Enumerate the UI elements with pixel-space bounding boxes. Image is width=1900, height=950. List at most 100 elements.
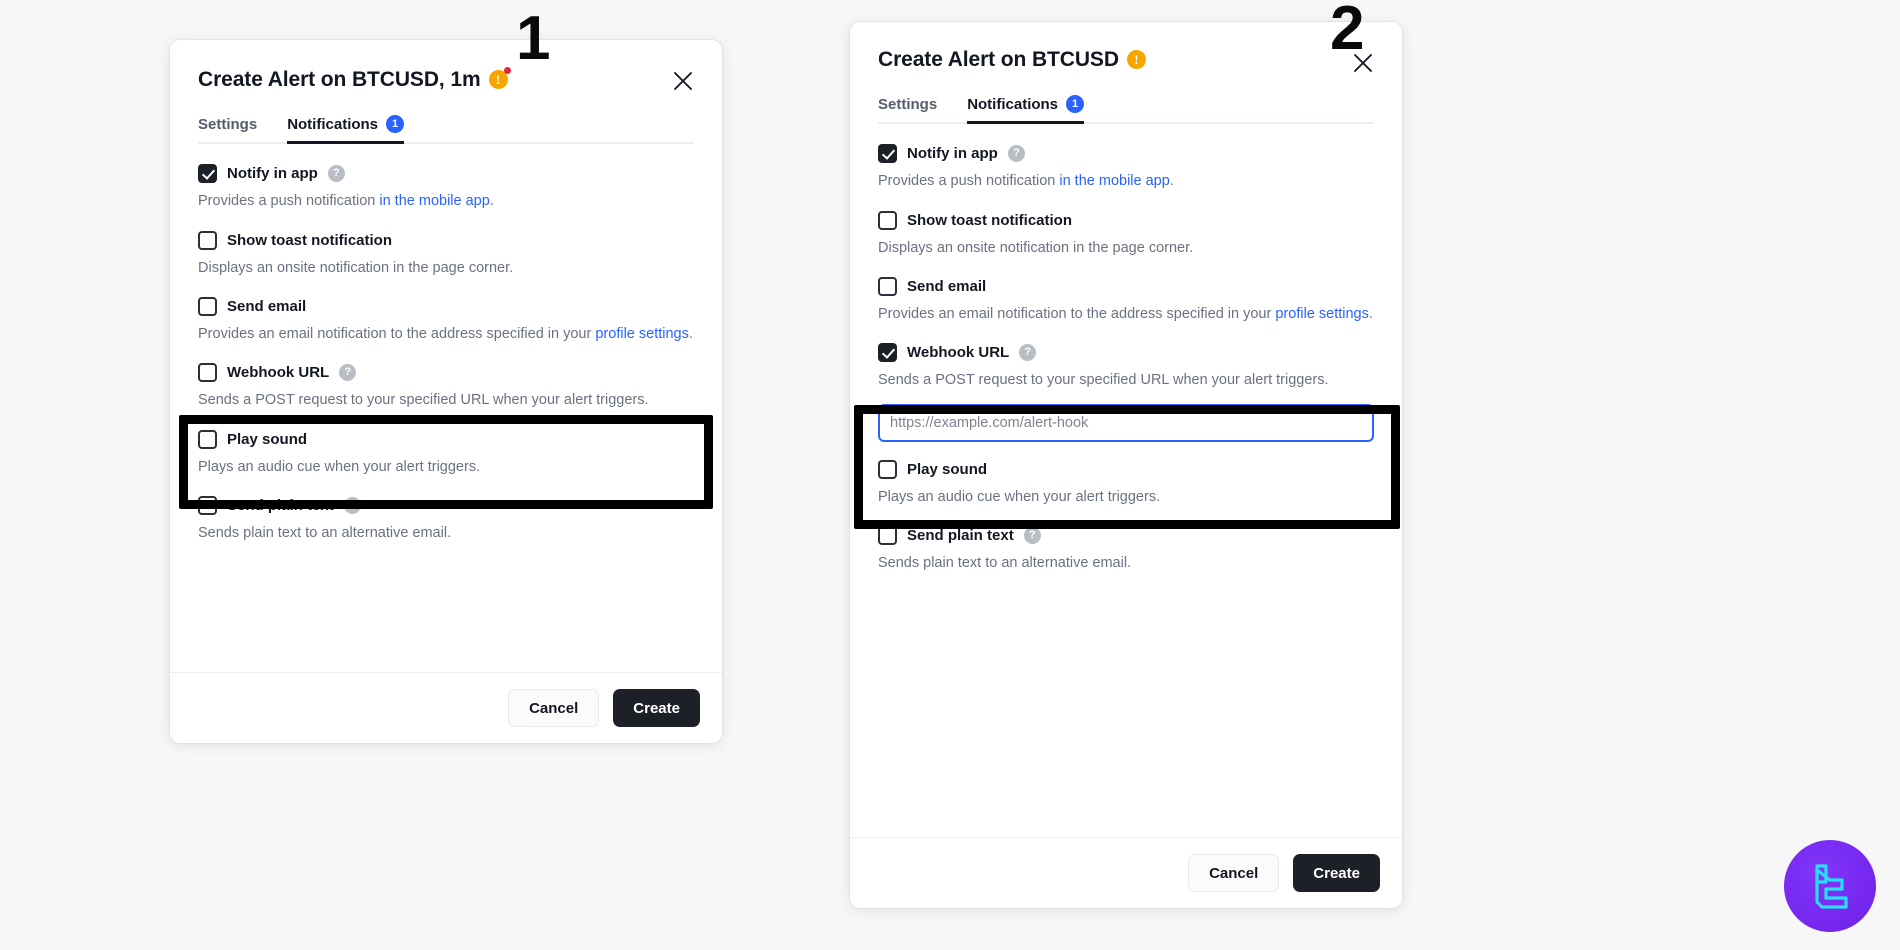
option-label[interactable]: Send email [227,298,306,315]
dialog-body: Create Alert on BTCUSD, 1m ! Settings No… [170,40,722,672]
create-button[interactable]: Create [1293,854,1380,892]
option-row: Show toast notification [878,210,1374,230]
tab-settings[interactable]: Settings [878,95,937,124]
option-row: Webhook URL ? [878,343,1374,363]
dialog-footer: Cancel Create [170,672,722,743]
option-label[interactable]: Show toast notification [907,212,1072,229]
dialog-header: Create Alert on BTCUSD ! Settings Notifi… [850,22,1402,125]
option-label[interactable]: Notify in app [227,165,318,182]
warning-circle-icon: ! [1126,50,1146,70]
create-button[interactable]: Create [613,689,700,727]
checkbox-play-sound[interactable] [878,459,897,479]
tab-notifications[interactable]: Notifications 1 [967,95,1085,125]
help-icon[interactable]: ? [327,165,345,183]
option-row: Notify in app ? [198,164,694,184]
option-notify-in-app: Notify in app ? Provides a push notifica… [198,144,694,212]
checkbox-show-toast-notification[interactable] [198,230,217,250]
link-profile-settings[interactable]: profile settings [1275,306,1369,322]
option-show-toast-notification: Show toast notification Displays an onsi… [198,213,694,279]
dialog-footer: Cancel Create [850,837,1402,908]
screenshot-stage: Create Alert on BTCUSD, 1m ! Settings No… [0,0,1900,950]
option-row: Webhook URL ? [198,363,694,383]
option-description: Provides an email notification to the ad… [198,324,694,345]
option-description: Sends a POST request to your specified U… [198,392,649,409]
tab-notifications-label: Notifications [287,115,379,133]
checkbox-play-sound[interactable] [198,429,217,449]
tab-notifications-badge: 1 [1066,95,1085,114]
tab-settings-label: Settings [878,95,938,113]
checkbox-send-plain-text[interactable] [878,526,897,546]
step-number-1: 1 [516,4,551,73]
checkbox-send-email[interactable] [198,297,217,316]
option-description: Sends a POST request to your specified U… [878,372,1329,389]
option-description: Sends plain text to an alternative email… [878,555,1132,572]
tab-notifications-label: Notifications [967,95,1059,113]
close-icon[interactable] [666,64,700,98]
checkbox-send-email[interactable] [878,277,897,296]
option-row: Play sound [198,429,694,449]
webhook-url-input[interactable] [878,403,1374,442]
cancel-button[interactable]: Cancel [508,689,600,727]
option-label[interactable]: Send email [907,278,986,295]
option-send-email: Send email Provides an email notificatio… [198,279,694,345]
option-row: Play sound [878,459,1374,479]
desc-tail: . [688,326,693,342]
desc-tail: . [489,193,494,210]
checkbox-webhook-url[interactable] [198,363,217,383]
tab-settings-label: Settings [198,115,258,133]
warning-exclamation: ! [495,72,501,88]
checkbox-webhook-url[interactable] [878,343,897,363]
option-row: Send email [878,277,1374,296]
option-send-plain-text: Send plain text ? Sends plain text to an… [198,478,694,544]
brand-monogram-icon [1815,864,1848,909]
brand-logo [1784,840,1876,932]
desc-text: Provides a push notification [878,173,1060,190]
option-row: Send plain text ? [878,526,1374,546]
option-description: Sends plain text to an alternative email… [198,525,452,542]
checkbox-notify-in-app[interactable] [198,164,217,184]
checkbox-notify-in-app[interactable] [878,144,897,164]
dialog-title-text: Create Alert on BTCUSD [878,48,1119,71]
option-send-plain-text: Send plain text ? Sends plain text to an… [878,508,1374,574]
link-mobile-app[interactable]: in the mobile app [1059,173,1169,189]
link-profile-settings[interactable]: profile settings [595,326,689,342]
option-label[interactable]: Play sound [227,431,307,448]
notifications-options-list: Notify in app ? Provides a push notifica… [850,124,1402,575]
option-play-sound: Play sound Plays an audio cue when your … [198,412,694,478]
desc-text: Provides an email notification to the ad… [878,306,1276,322]
checkbox-show-toast-notification[interactable] [878,210,897,230]
option-row: Send email [198,297,694,316]
option-show-toast-notification: Show toast notification Displays an onsi… [878,193,1374,259]
dialog-body: Create Alert on BTCUSD ! Settings Notifi… [850,22,1402,837]
option-description: Provides an email notification to the ad… [878,304,1374,325]
option-description: Displays an onsite notification in the p… [198,259,514,276]
checkbox-send-plain-text[interactable] [198,496,217,516]
option-label[interactable]: Webhook URL [907,344,1009,361]
option-label[interactable]: Send plain text [907,527,1014,544]
option-label[interactable]: Play sound [907,461,987,478]
help-icon[interactable]: ? [339,364,357,382]
option-label[interactable]: Send plain text [227,497,334,514]
dialog-title: Create Alert on BTCUSD ! [878,48,1374,71]
option-row: Send plain text ? [198,496,694,516]
option-description: Provides a push notification in the mobi… [198,191,694,212]
help-icon[interactable]: ? [1007,145,1025,163]
option-label[interactable]: Notify in app [907,145,998,162]
option-label[interactable]: Show toast notification [227,232,392,249]
desc-tail: . [1368,306,1373,322]
tab-notifications[interactable]: Notifications 1 [287,115,405,145]
help-icon[interactable]: ? [343,497,361,515]
cancel-button[interactable]: Cancel [1188,854,1280,892]
option-notify-in-app: Notify in app ? Provides a push notifica… [878,124,1374,192]
create-alert-dialog-step-2: Create Alert on BTCUSD ! Settings Notifi… [850,22,1402,908]
option-label[interactable]: Webhook URL [227,364,329,381]
option-description: Displays an onsite notification in the p… [878,239,1194,256]
tab-settings[interactable]: Settings [198,115,257,144]
option-webhook-url: Webhook URL ? Sends a POST request to yo… [878,325,1374,442]
help-icon[interactable]: ? [1023,527,1041,545]
warning-badge-icon: ! [488,67,511,90]
help-icon[interactable]: ? [1019,344,1037,362]
notifications-options-list: Notify in app ? Provides a push notifica… [170,144,722,545]
option-row: Notify in app ? [878,144,1374,164]
link-mobile-app[interactable]: in the mobile app [379,193,489,209]
